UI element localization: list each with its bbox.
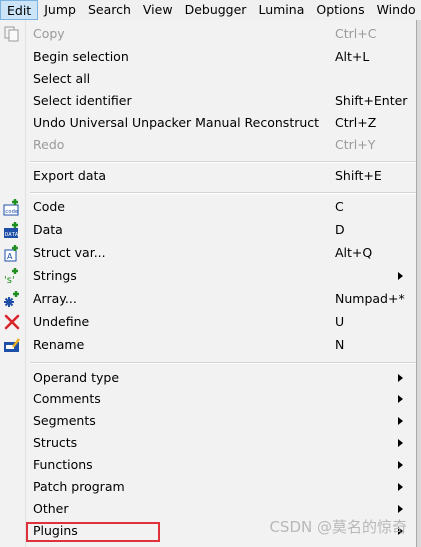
menu-options[interactable]: Options: [310, 0, 370, 20]
menu-edit[interactable]: Edit: [0, 0, 39, 20]
menu-item-rename[interactable]: Rename N: [0, 334, 416, 356]
submenu-arrow-icon: [398, 395, 403, 403]
menu-item-begin-selection[interactable]: Begin selection Alt+L: [0, 46, 416, 68]
menu-item-comments[interactable]: Comments: [0, 388, 416, 410]
menu-debugger[interactable]: Debugger: [179, 0, 253, 20]
array-icon: [3, 290, 21, 308]
submenu-arrow-icon: [398, 483, 403, 491]
submenu-arrow-icon: [398, 374, 403, 382]
watermark-text: CSDN @莫名的惊奇: [269, 518, 407, 536]
menu-item-functions[interactable]: Functions: [0, 454, 416, 476]
menu-item-redo[interactable]: Redo Ctrl+Y: [0, 134, 416, 156]
submenu-arrow-icon: [398, 272, 403, 280]
menu-lumina[interactable]: Lumina: [252, 0, 310, 20]
menu-item-array[interactable]: Array... Numpad+*: [0, 288, 416, 310]
rename-icon: [3, 336, 21, 354]
menu-separator: [30, 192, 416, 194]
menu-separator: [30, 362, 416, 364]
menu-windows[interactable]: Windo: [371, 0, 421, 20]
copy-icon: [3, 25, 21, 43]
plugins-highlight-box: [26, 522, 160, 542]
menu-separator: [30, 161, 416, 163]
menu-item-copy[interactable]: Copy Ctrl+C: [0, 23, 416, 45]
struct-var-icon: A: [3, 244, 21, 262]
submenu-arrow-icon: [398, 461, 403, 469]
submenu-arrow-icon: [398, 439, 403, 447]
submenu-arrow-icon: [398, 505, 403, 513]
menu-item-data[interactable]: DATA Data D: [0, 219, 416, 241]
menu-item-structs[interactable]: Structs: [0, 432, 416, 454]
submenu-arrow-icon: [398, 417, 403, 425]
menu-item-export-data[interactable]: Export data Shift+E: [0, 165, 416, 187]
code-icon: code: [3, 198, 21, 216]
menu-jump[interactable]: Jump: [38, 0, 82, 20]
menu-item-segments[interactable]: Segments: [0, 410, 416, 432]
menu-item-code[interactable]: code Code C: [0, 196, 416, 218]
svg-text:A: A: [7, 252, 13, 261]
edit-dropdown-menu: Copy Ctrl+C Begin selection Alt+L Select…: [0, 20, 417, 547]
data-icon: DATA: [3, 221, 21, 239]
menu-item-select-all[interactable]: Select all: [0, 68, 416, 90]
menu-item-struct-var[interactable]: A Struct var... Alt+Q: [0, 242, 416, 264]
svg-text:DATA: DATA: [5, 232, 19, 238]
menu-item-strings[interactable]: 's' Strings: [0, 265, 416, 287]
menu-search[interactable]: Search: [82, 0, 137, 20]
menu-item-undefine[interactable]: Undefine U: [0, 311, 416, 333]
background-window-edge: [417, 20, 421, 547]
menu-item-patch-program[interactable]: Patch program: [0, 476, 416, 498]
menu-view[interactable]: View: [137, 0, 179, 20]
menu-item-undo[interactable]: Undo Universal Unpacker Manual Reconstru…: [0, 112, 416, 134]
menu-bar: Edit Jump Search View Debugger Lumina Op…: [0, 0, 421, 21]
strings-icon: 's': [3, 267, 21, 286]
menu-item-operand-type[interactable]: Operand type: [0, 367, 416, 389]
undefine-icon: [3, 313, 21, 331]
svg-text:code: code: [5, 209, 18, 215]
svg-text:'s': 's': [4, 275, 15, 285]
menu-item-select-identifier[interactable]: Select identifier Shift+Enter: [0, 90, 416, 112]
